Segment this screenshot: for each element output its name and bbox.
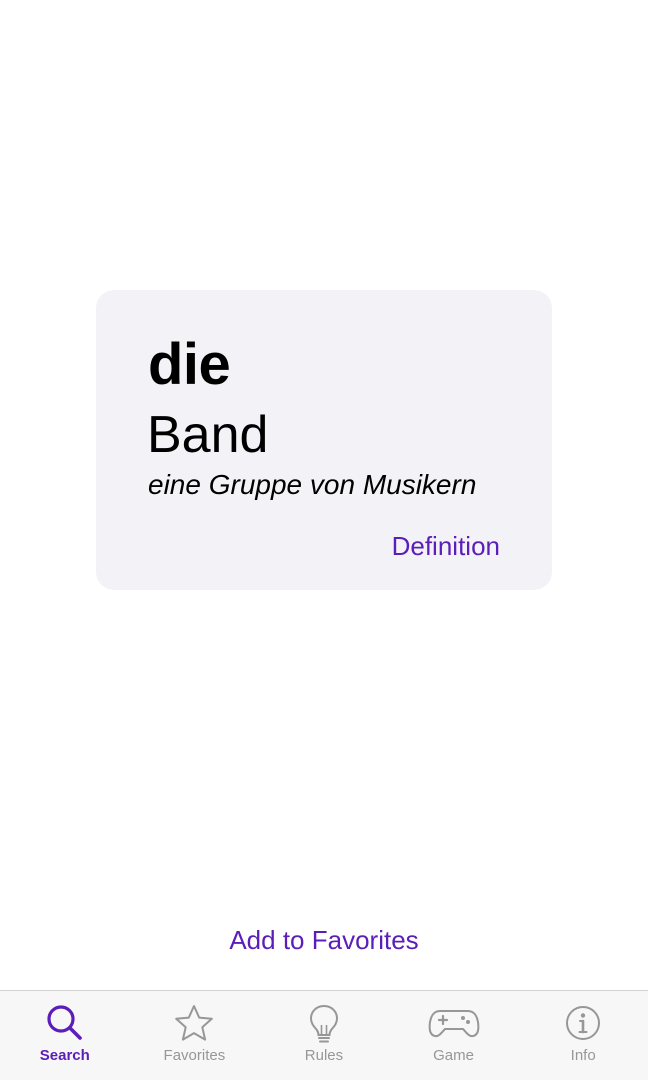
definition-button[interactable]: Definition	[392, 530, 500, 562]
tab-search-label: Search	[39, 1047, 90, 1064]
lightbulb-icon	[309, 1004, 338, 1043]
star-icon	[175, 1005, 214, 1041]
search-icon	[47, 1005, 82, 1040]
tab-game[interactable]: Game	[389, 991, 519, 1080]
screen: die Band eine Gruppe von Musikern Defini…	[0, 0, 648, 1080]
tab-rules-label: Rules	[304, 1047, 344, 1064]
tab-favorites[interactable]: Favorites	[130, 991, 260, 1080]
word-meaning: eine Gruppe von Musikern	[148, 469, 477, 500]
info-circle-icon	[566, 1006, 601, 1040]
tab-info-label: Info	[570, 1047, 596, 1064]
word-article: die	[148, 332, 231, 397]
tab-search[interactable]: Search	[0, 991, 130, 1080]
word-noun: Band	[147, 406, 269, 464]
word-card: die Band eine Gruppe von Musikern Defini…	[96, 290, 552, 590]
tab-bar: Search Favorites Rules Game Info	[0, 990, 648, 1080]
tab-rules[interactable]: Rules	[259, 991, 389, 1080]
gamepad-icon	[428, 1010, 479, 1038]
tab-game-label: Game	[433, 1047, 474, 1064]
add-to-favorites-button[interactable]: Add to Favorites	[0, 922, 648, 958]
tab-favorites-label: Favorites	[163, 1047, 226, 1064]
tab-info[interactable]: Info	[518, 991, 648, 1080]
